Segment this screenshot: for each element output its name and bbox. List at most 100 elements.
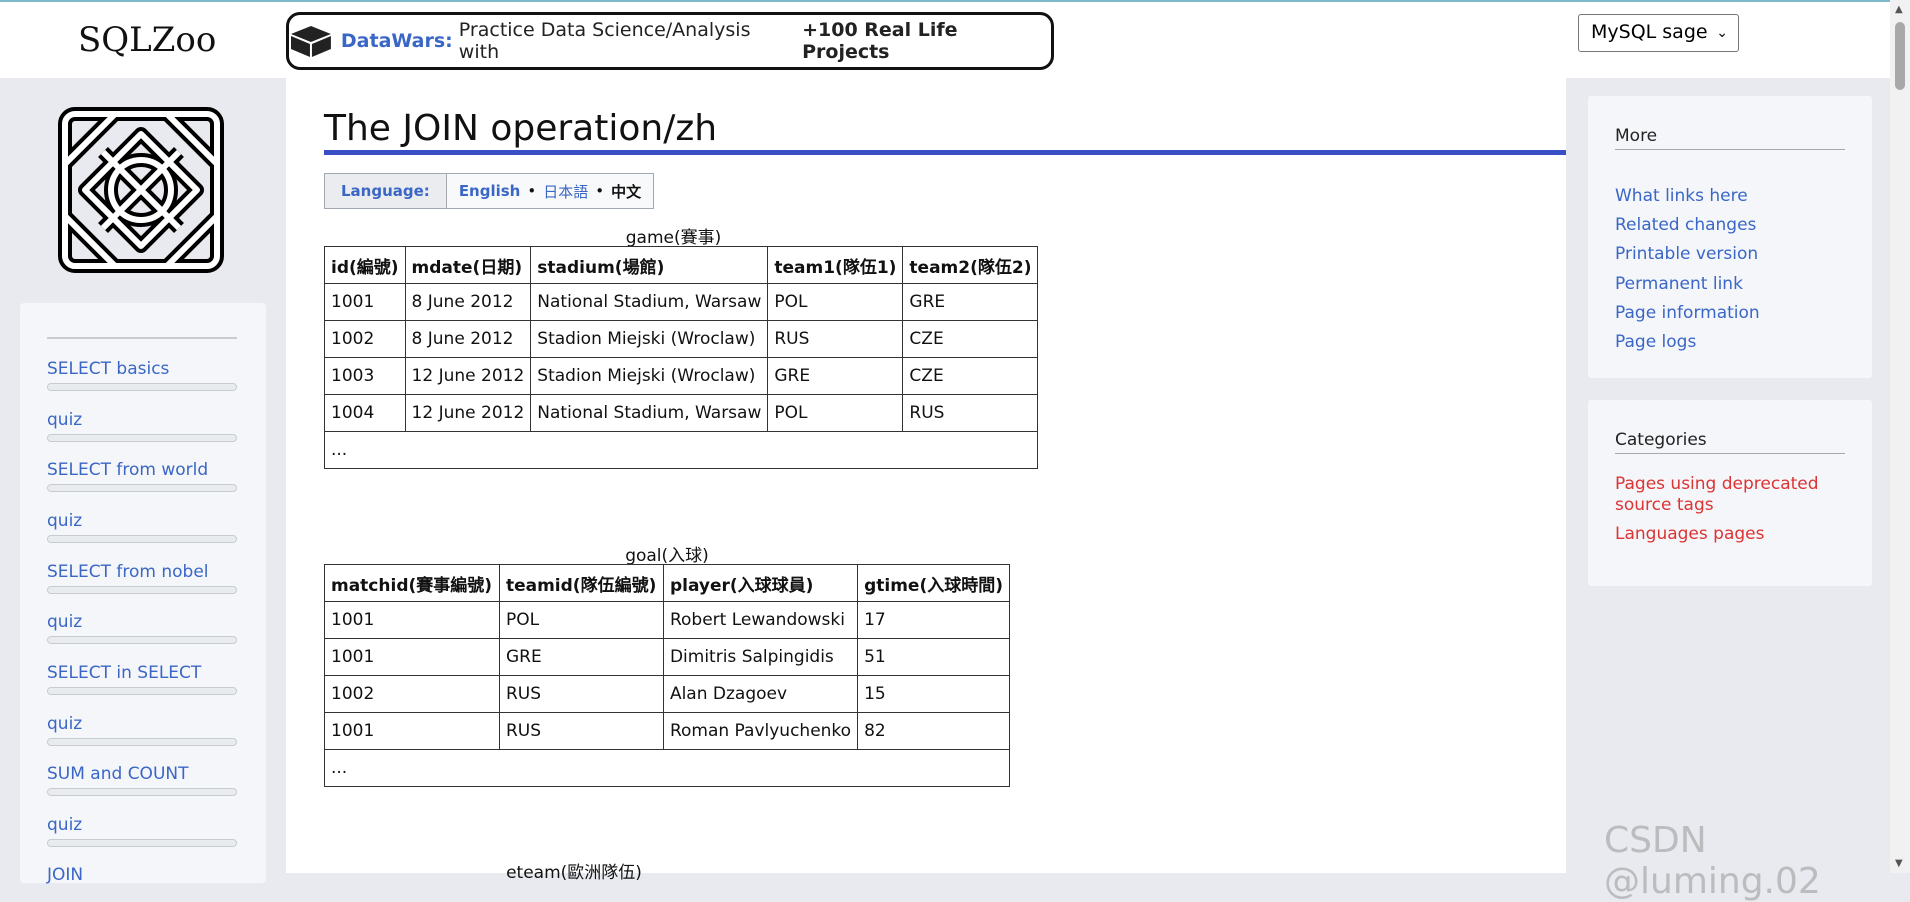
sidebar-item-label[interactable]: quiz	[47, 409, 237, 431]
csdn-watermark: CSDN @luming.02	[1604, 820, 1821, 902]
scroll-up-icon[interactable]: ▲	[1895, 4, 1903, 15]
sidebar-item-label[interactable]: JOIN	[47, 864, 237, 886]
datawars-ad-banner[interactable]: DataWars: Practice Data Science/Analysis…	[286, 12, 1054, 70]
sidebar-item-select-in-select[interactable]: SELECT in SELECT	[47, 662, 237, 695]
sidebar-item-label[interactable]: quiz	[47, 611, 237, 633]
table-cell: GRE	[767, 357, 904, 395]
table-cell-ellipsis: ...	[323, 431, 1039, 469]
table-cell: RUS	[498, 712, 664, 750]
table-cell: 8 June 2012	[404, 283, 532, 321]
sidebar-item-quiz[interactable]: quiz	[47, 611, 237, 644]
table-row: ...	[324, 749, 1010, 787]
chevron-down-icon: ⌄	[1716, 25, 1728, 41]
table-cell: 1001	[324, 638, 500, 676]
table-cell: CZE	[902, 357, 1039, 395]
progress-bar	[47, 484, 237, 492]
language-link-english[interactable]: English	[459, 182, 521, 200]
sql-engine-select[interactable]: MySQL sage ⌄	[1578, 14, 1739, 52]
ad-brand: DataWars:	[340, 30, 453, 52]
site-logo-text[interactable]: SQLZoo	[78, 20, 216, 60]
table-row: 1001 8 June 2012 National Stadium, Warsa…	[324, 283, 1039, 321]
table-cell: 15	[857, 675, 1010, 713]
language-link-japanese[interactable]: 日本語	[543, 181, 588, 202]
link-related-changes[interactable]: Related changes	[1615, 215, 1845, 236]
sidebar-divider	[47, 337, 237, 339]
sidebar-item-label[interactable]: SELECT basics	[47, 358, 237, 380]
progress-bar	[47, 687, 237, 695]
sidebar-item-quiz[interactable]: quiz	[47, 713, 237, 746]
table-cell: GRE	[902, 283, 1039, 321]
progress-bar	[47, 636, 237, 644]
table-row: ...	[323, 431, 1039, 469]
sidebar-item-quiz[interactable]: quiz	[47, 814, 237, 847]
table-cell: RUS	[767, 320, 904, 358]
table-row: 1002 8 June 2012 Stadion Miejski (Wrocla…	[324, 320, 1039, 358]
table-row: 1001 GRE Dimitris Salpingidis 51	[324, 638, 1010, 676]
table-row: 1001 RUS Roman Pavlyuchenko 82	[324, 712, 1010, 750]
datawars-cube-icon	[290, 26, 331, 57]
sidebar-item-label[interactable]: SELECT in SELECT	[47, 662, 237, 684]
sidebar-item-label[interactable]: quiz	[47, 814, 237, 836]
sidebar-item-select-from-world[interactable]: SELECT from world	[47, 459, 237, 492]
category-link-languages-pages[interactable]: Languages pages	[1615, 524, 1845, 545]
goal-table-caption: goal(入球)	[625, 546, 709, 566]
link-page-information[interactable]: Page information	[1615, 303, 1845, 324]
link-permanent-link[interactable]: Permanent link	[1615, 274, 1845, 295]
sidebar-item-quiz[interactable]: quiz	[47, 409, 237, 442]
table-cell: CZE	[902, 320, 1039, 358]
progress-bar	[47, 738, 237, 746]
link-page-logs[interactable]: Page logs	[1615, 332, 1845, 353]
table-cell: RUS	[498, 675, 664, 713]
sidebar-item-label[interactable]: SUM and COUNT	[47, 763, 237, 785]
ad-text: Practice Data Science/Analysis with	[458, 19, 751, 63]
table-cell: RUS	[902, 394, 1039, 432]
language-label: Language:	[325, 174, 447, 208]
right-column: More What links here Related changes Pri…	[1566, 78, 1890, 873]
more-portlet-title: More	[1615, 126, 1845, 150]
sidebar-item-quiz[interactable]: quiz	[47, 510, 237, 543]
column-header: matchid(賽事編號)	[324, 564, 500, 602]
sidebar-item-label[interactable]: quiz	[47, 713, 237, 735]
table-cell: GRE	[498, 638, 664, 676]
sidebar-item-label[interactable]: quiz	[47, 510, 237, 532]
table-cell: POL	[767, 394, 904, 432]
table-cell: 8 June 2012	[404, 320, 532, 358]
table-cell: Dimitris Salpingidis	[662, 638, 859, 676]
table-row: 1002 RUS Alan Dzagoev 15	[324, 675, 1010, 713]
table-cell: 12 June 2012	[404, 394, 532, 432]
sql-engine-value: MySQL sage	[1591, 21, 1708, 43]
sidebar-item-label[interactable]: SELECT from nobel	[47, 561, 237, 583]
table-row: 1001 POL Robert Lewandowski 17	[324, 601, 1010, 639]
sidebar-item-select-basics[interactable]: SELECT basics	[47, 358, 237, 391]
link-what-links-here[interactable]: What links here	[1615, 186, 1845, 207]
column-header: gtime(入球時間)	[857, 564, 1010, 602]
sidebar-item-join[interactable]: JOIN	[47, 864, 237, 886]
scrollbar-thumb[interactable]	[1895, 22, 1905, 90]
sidebar-item-select-from-nobel[interactable]: SELECT from nobel	[47, 561, 237, 594]
left-column: SELECT basics quiz SELECT from world qui…	[0, 78, 286, 885]
page-title: The JOIN operation/zh	[324, 108, 718, 149]
table-cell: 1004	[324, 394, 406, 432]
column-header: team1(隊伍1)	[767, 246, 904, 284]
table-header-row: id(編號) mdate(日期) stadium(場館) team1(隊伍1) …	[324, 246, 1039, 284]
table-cell: Alan Dzagoev	[662, 675, 859, 713]
tutorial-sidebar: SELECT basics quiz SELECT from world qui…	[20, 303, 266, 886]
table-cell: POL	[498, 601, 664, 639]
table-cell: Roman Pavlyuchenko	[662, 712, 859, 750]
categories-portlet-title: Categories	[1615, 430, 1845, 454]
link-printable-version[interactable]: Printable version	[1615, 244, 1845, 265]
progress-bar	[47, 535, 237, 543]
column-header: team2(隊伍2)	[902, 246, 1039, 284]
celtic-knot-logo[interactable]	[55, 104, 227, 276]
category-link-deprecated-source-tags[interactable]: Pages using deprecated source tags	[1615, 474, 1845, 516]
table-cell: National Stadium, Warsaw	[530, 394, 769, 432]
table-cell: Stadion Miejski (Wroclaw)	[530, 357, 769, 395]
top-bar: SQLZoo DataWars: Practice Data Science/A…	[0, 0, 1910, 78]
sidebar-item-label[interactable]: SELECT from world	[47, 459, 237, 481]
sidebar-item-sum-and-count[interactable]: SUM and COUNT	[47, 763, 237, 796]
progress-bar	[47, 788, 237, 796]
table-cell: 1003	[324, 357, 406, 395]
table-cell: Robert Lewandowski	[662, 601, 859, 639]
page-scrollbar[interactable]: ▲ ▼	[1890, 0, 1910, 873]
table-row: 1003 12 June 2012 Stadion Miejski (Wrocl…	[324, 357, 1039, 395]
